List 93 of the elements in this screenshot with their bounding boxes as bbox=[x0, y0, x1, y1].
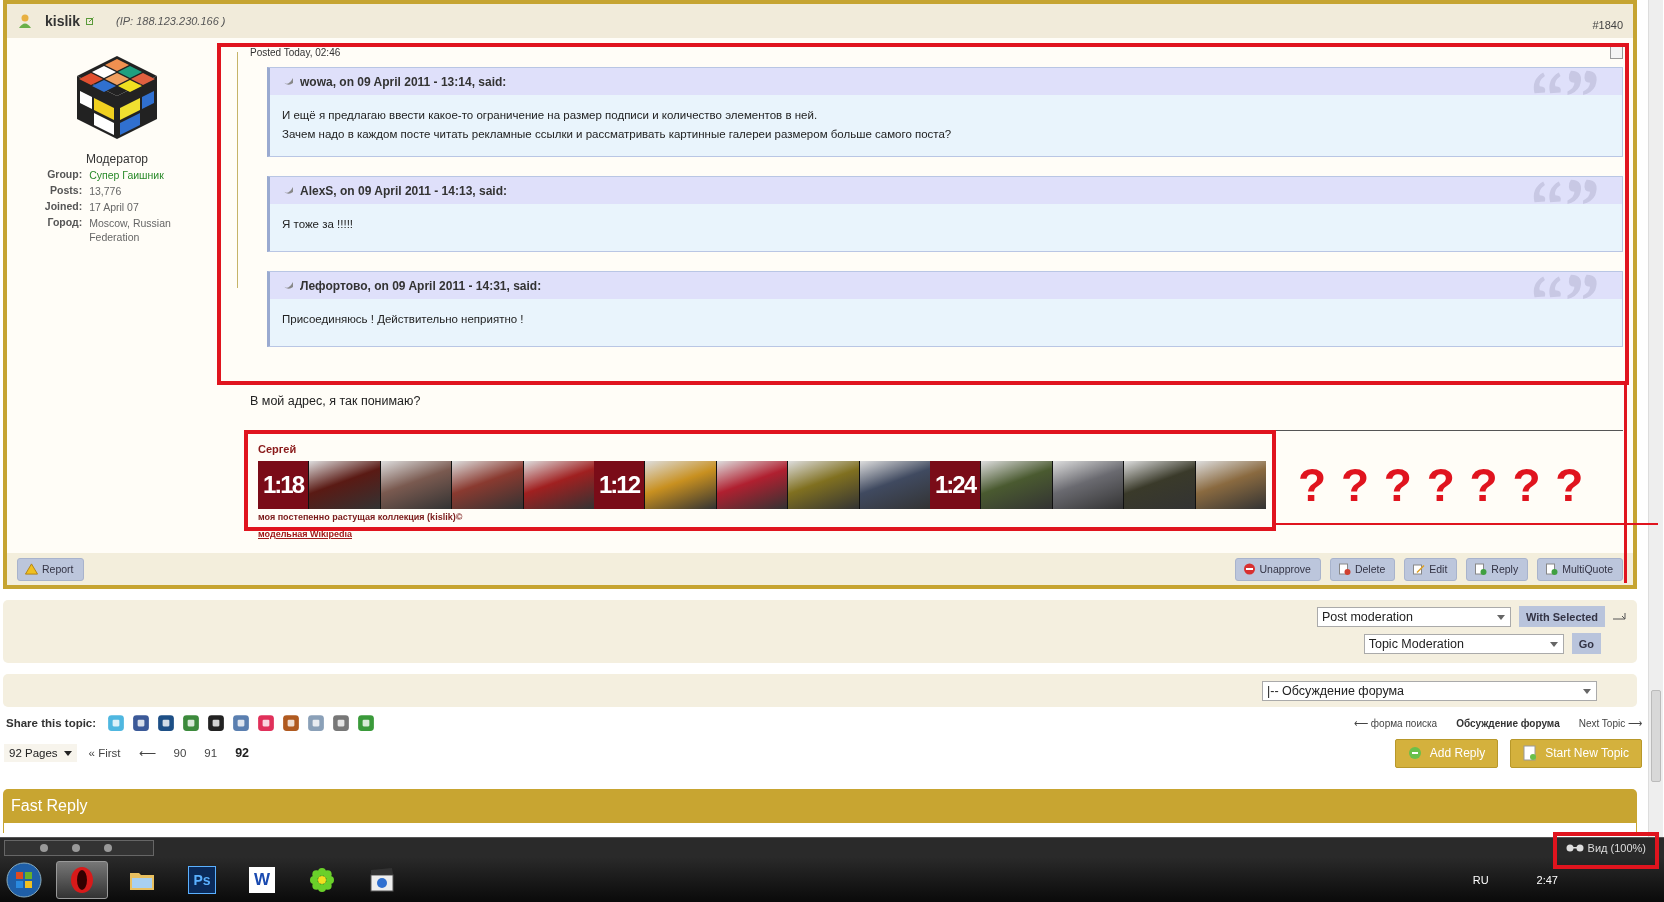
document-icon bbox=[1523, 745, 1538, 761]
previous-page-link[interactable]: ⟵ bbox=[132, 744, 162, 762]
go-button[interactable]: Go bbox=[1571, 633, 1601, 654]
photo-placeholder bbox=[1051, 461, 1123, 509]
clapperboard-icon bbox=[368, 865, 396, 894]
page-link[interactable]: 91 bbox=[198, 745, 224, 761]
photo-placeholder bbox=[787, 461, 859, 509]
wikipedia-link[interactable]: модельная Wikipedia bbox=[258, 529, 352, 539]
page-link[interactable]: 92 bbox=[229, 744, 256, 762]
quote-text: Я тоже за !!!!! bbox=[282, 217, 355, 232]
arrow-icon bbox=[1613, 612, 1627, 621]
photo-placeholder bbox=[451, 461, 523, 509]
post-action-button[interactable]: Delete bbox=[1329, 557, 1396, 581]
post-moderation-select[interactable]: Post moderation bbox=[1316, 606, 1511, 627]
taskbar-app[interactable] bbox=[56, 860, 108, 899]
ring-icon bbox=[68, 865, 96, 894]
forum-jump-select[interactable]: |-- Обсуждение форума bbox=[1262, 680, 1597, 701]
quote-text: И ещё я предлагаю ввести какое-то ограничение на размер подписи и количество элементов в ней. bbox=[282, 108, 819, 123]
scale-label: 1:18 bbox=[258, 461, 308, 509]
start-button[interactable] bbox=[6, 861, 42, 898]
share-icon[interactable] bbox=[157, 714, 176, 732]
ip-address: (IP: 188.123.230.166 ) bbox=[116, 15, 226, 27]
signature-caption: моя постепенно растущая коллекция (kislik)© bbox=[258, 512, 463, 522]
topic-nav-link[interactable]: Next Topic ⟶ bbox=[1578, 717, 1642, 729]
quote-text: Присоединяюсь ! Действительно неприятно ! bbox=[282, 312, 525, 327]
field-label: Posts: bbox=[49, 184, 83, 198]
post-text: В мой адрес, я так понимаю? bbox=[250, 393, 422, 408]
report-button[interactable]: Report bbox=[17, 557, 84, 581]
photo-placeholder bbox=[858, 461, 930, 509]
quote-citation: Лефортово, on 09 April 2011 - 14:31, said: bbox=[300, 278, 542, 293]
scale-label: 1:12 bbox=[594, 461, 644, 509]
field-value: 13,776 bbox=[89, 184, 123, 198]
scrollbar[interactable] bbox=[1648, 0, 1663, 838]
photo-placeholder bbox=[1194, 461, 1266, 509]
post-action-button[interactable]: MultiQuote bbox=[1537, 557, 1623, 581]
scrollbar-thumb[interactable] bbox=[1651, 690, 1661, 782]
field-value: 17 April 07 bbox=[89, 200, 140, 214]
taskbar-app[interactable]: W bbox=[236, 860, 288, 899]
quote-citation: wowa, on 09 April 2011 - 13:14, said: bbox=[300, 74, 507, 89]
warning-icon bbox=[25, 563, 38, 575]
photo-placeholder bbox=[379, 461, 451, 509]
field-value: Moscow, Russian Federation bbox=[89, 216, 172, 244]
photo-placeholder bbox=[1123, 461, 1195, 509]
glasses-icon bbox=[1565, 843, 1584, 852]
pencil-icon bbox=[1412, 563, 1426, 575]
author-link[interactable]: kislik bbox=[45, 13, 81, 29]
field-label: Joined: bbox=[44, 200, 83, 214]
flower-icon bbox=[308, 865, 336, 894]
quote-text: Зачем надо в каждом посте читать рекламные ссылки и рассматривать картинные галереи размером больше самого поста? bbox=[282, 127, 953, 142]
annotation-text: ? ? ? ? ? ? ? bbox=[1298, 458, 1585, 512]
photo-placeholder bbox=[522, 461, 594, 509]
post-date: Posted Today, 02:46 bbox=[250, 46, 341, 58]
word-icon: W bbox=[249, 866, 275, 893]
post-action-button[interactable]: Reply bbox=[1466, 557, 1529, 581]
topic-moderation-select[interactable]: Topic Moderation bbox=[1363, 633, 1564, 654]
topic-nav-link[interactable]: Обсуждение форума bbox=[1456, 717, 1560, 729]
post-action-button[interactable]: Unapprove bbox=[1234, 557, 1321, 581]
user-icon bbox=[17, 13, 33, 29]
page-link[interactable]: 90 bbox=[167, 745, 193, 761]
document-icon bbox=[1474, 563, 1488, 575]
pages-menu[interactable]: 92 Pages bbox=[4, 744, 77, 762]
taskbar-app[interactable]: Ps bbox=[176, 860, 228, 899]
clock[interactable]: 2:47 bbox=[1536, 873, 1558, 886]
external-link-icon[interactable] bbox=[86, 17, 95, 25]
caret-icon bbox=[1583, 688, 1591, 694]
field-label: Город: bbox=[46, 216, 83, 230]
field-label: Group: bbox=[46, 168, 83, 182]
document-icon bbox=[1337, 563, 1351, 575]
document-icon bbox=[1545, 563, 1559, 575]
post-action-button[interactable]: Edit bbox=[1404, 557, 1458, 581]
photo-placeholder bbox=[980, 461, 1052, 509]
photoshop-icon: Ps bbox=[188, 865, 216, 894]
caret-icon bbox=[1496, 614, 1505, 620]
no-entry-icon bbox=[1242, 563, 1256, 575]
share-icon[interactable] bbox=[207, 714, 226, 732]
photo-placeholder bbox=[644, 461, 716, 509]
photo-placeholder bbox=[308, 461, 380, 509]
caret-icon bbox=[1549, 641, 1558, 647]
signature-name: Сергей bbox=[258, 443, 298, 455]
photo-placeholder bbox=[715, 461, 787, 509]
scale-label: 1:24 bbox=[930, 461, 980, 509]
zoom-view-button[interactable]: Вид (100%) bbox=[1565, 841, 1646, 854]
first-page-link[interactable]: « First bbox=[82, 745, 127, 761]
post-number[interactable]: #1840 bbox=[1592, 11, 1623, 31]
caret-icon bbox=[63, 750, 72, 756]
topic-nav-link[interactable]: ⟵ форма поиска bbox=[1354, 717, 1438, 729]
field-value: Супер Гаишник bbox=[89, 168, 165, 182]
share-icon[interactable] bbox=[132, 714, 151, 732]
share-label: Share this topic: bbox=[6, 717, 97, 729]
member-title: Модератор bbox=[86, 152, 148, 166]
quote-citation: AlexS, on 09 April 2011 - 14:13, said: bbox=[300, 183, 507, 198]
language-indicator[interactable]: RU bbox=[1472, 873, 1489, 886]
with-selected-button[interactable]: With Selected bbox=[1518, 606, 1605, 627]
